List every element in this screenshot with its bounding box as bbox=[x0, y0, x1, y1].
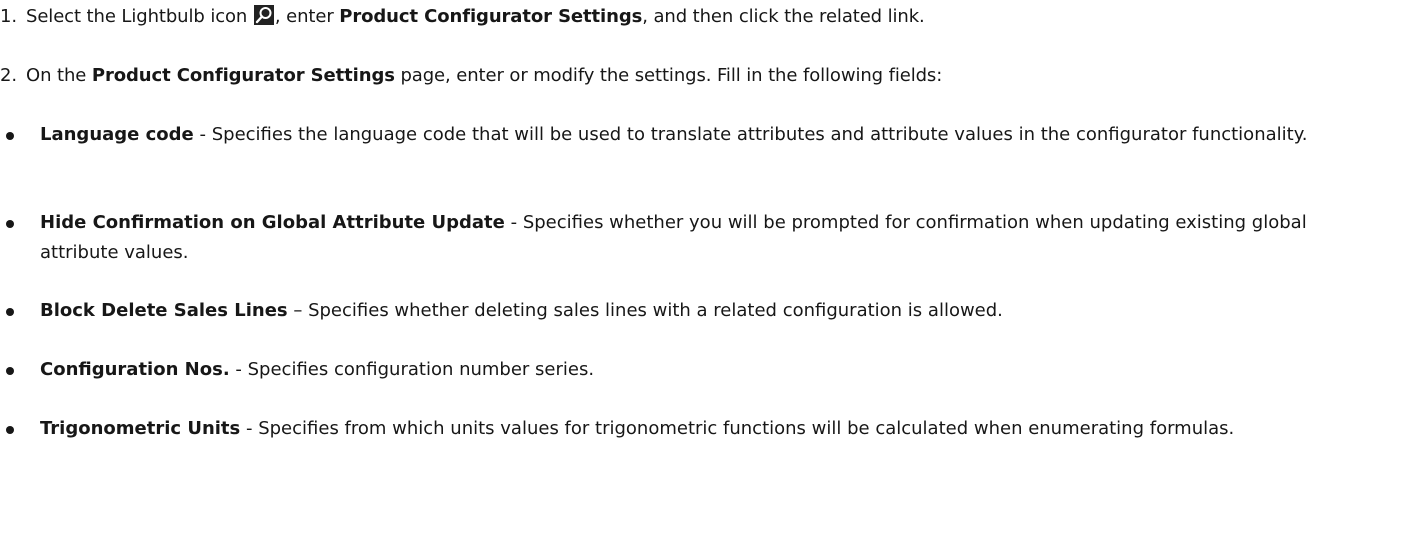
field-name: Block Delete Sales Lines bbox=[40, 300, 288, 321]
step-2: 2. On the Product Configurator Settings p… bbox=[0, 61, 942, 91]
field-description: Specifies whether deleting sales lines w… bbox=[308, 300, 1003, 321]
step-number: 2. bbox=[0, 65, 17, 86]
field-name: Language code bbox=[40, 124, 194, 145]
field-separator: - bbox=[229, 359, 248, 380]
step-text: Select the Lightbulb icon bbox=[26, 6, 248, 27]
field-item-text: Language code - Specifies the language c… bbox=[40, 120, 1380, 150]
step-text-suffix: , and then click the related link. bbox=[642, 6, 925, 27]
page-name-emphasis: Product Configurator Settings bbox=[91, 65, 395, 86]
page-name-emphasis: Product Configurator Settings bbox=[339, 6, 643, 27]
field-name: Trigonometric Units bbox=[40, 418, 241, 439]
bullet-dot bbox=[6, 426, 14, 434]
bullet-dot bbox=[6, 132, 14, 140]
step-1: 1. Select the Lightbulb icon , enter Prod… bbox=[0, 2, 925, 32]
field-item-hide-confirmation: Hide Confirmation on Global Attribute Up… bbox=[0, 208, 1400, 268]
step-text-middle: , enter bbox=[274, 6, 334, 27]
field-description: Specifies configuration number series. bbox=[247, 359, 595, 380]
field-item-text: Trigonometric Units - Specifies from whi… bbox=[40, 414, 1380, 444]
bullet-dot bbox=[6, 220, 14, 228]
field-name: Hide Confirmation on Global Attribute Up… bbox=[40, 212, 505, 233]
field-separator: - bbox=[193, 124, 212, 145]
field-item-text: Hide Confirmation on Global Attribute Up… bbox=[40, 208, 1380, 268]
field-name: Configuration Nos. bbox=[40, 359, 230, 380]
field-item-text: Configuration Nos. - Specifies configura… bbox=[40, 355, 1380, 385]
field-item-trigonometric-units: Trigonometric Units - Specifies from whi… bbox=[0, 414, 1400, 444]
field-item-configuration-nos: Configuration Nos. - Specifies configura… bbox=[0, 355, 1400, 385]
step-text: On the bbox=[26, 65, 87, 86]
lightbulb-search-icon bbox=[253, 5, 274, 25]
bullet-dot bbox=[6, 308, 14, 316]
step-number: 1. bbox=[0, 6, 17, 27]
field-separator: - bbox=[504, 212, 523, 233]
field-description: Specifies the language code that will be… bbox=[211, 124, 1308, 145]
field-separator: - bbox=[240, 418, 259, 439]
step-text-suffix: page, enter or modify the settings. Fill… bbox=[400, 65, 943, 86]
field-item-text: Block Delete Sales Lines – Specifies whe… bbox=[40, 296, 1380, 326]
field-description: Specifies from which units values for tr… bbox=[258, 418, 1235, 439]
document-body: 1. Select the Lightbulb icon , enter Prod… bbox=[0, 0, 1410, 534]
field-item-block-delete-sales-lines: Block Delete Sales Lines – Specifies whe… bbox=[0, 296, 1400, 326]
field-separator: – bbox=[287, 300, 309, 321]
field-item-language-code: Language code - Specifies the language c… bbox=[0, 120, 1400, 150]
bullet-dot bbox=[6, 367, 14, 375]
